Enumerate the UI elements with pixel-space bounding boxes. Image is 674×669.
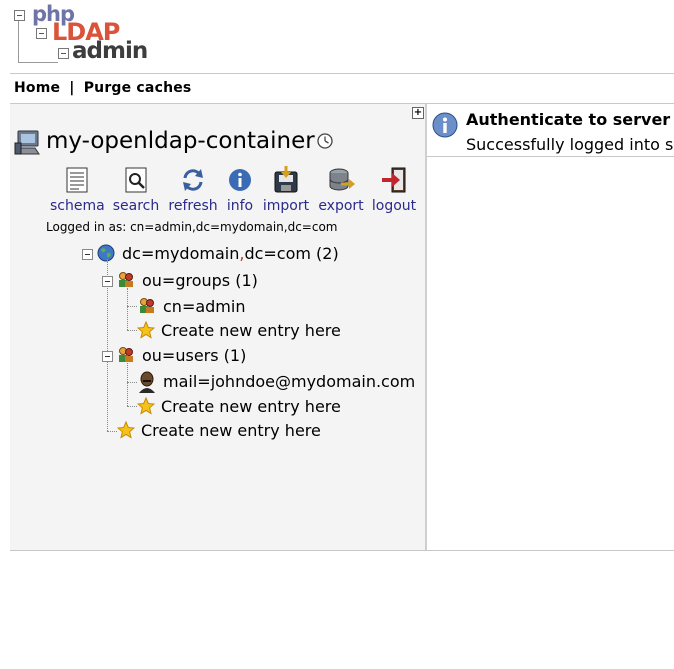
export-button[interactable]: export — [316, 166, 366, 214]
footer-divider — [10, 550, 674, 551]
top-navigation: Home | Purge caches — [14, 80, 191, 96]
header-divider — [10, 73, 674, 74]
groups-create-entry-link[interactable]: Create new entry here — [161, 321, 341, 340]
tree-line — [127, 330, 137, 331]
search-icon — [125, 167, 147, 193]
star-icon — [137, 321, 155, 339]
logout-icon — [382, 167, 406, 193]
schema-icon — [66, 167, 88, 193]
info-icon — [432, 112, 458, 138]
user-icon — [139, 371, 155, 393]
root-dn-part1: dc=mydomain — [122, 244, 240, 263]
tree-line — [127, 363, 128, 406]
search-button[interactable]: search — [110, 166, 162, 214]
users-create-entry-link[interactable]: Create new entry here — [161, 397, 341, 416]
message-divider — [427, 156, 674, 157]
logo-collapse-box — [14, 10, 25, 21]
logout-button[interactable]: logout — [370, 166, 418, 214]
message-body: Successfully logged into server. — [466, 135, 674, 154]
tree-line — [127, 406, 137, 407]
user-group-icon — [140, 298, 154, 313]
globe-icon — [97, 244, 115, 262]
group-icon — [119, 347, 133, 362]
phpldapadmin-logo: php LDAP admin — [14, 2, 148, 66]
schema-label: schema — [50, 198, 105, 214]
import-icon — [274, 166, 298, 193]
root-dn-part2: dc=com (2) — [244, 244, 339, 263]
info-button[interactable]: info — [222, 166, 258, 214]
collapse-groups-toggle[interactable] — [102, 276, 113, 287]
refresh-icon — [183, 169, 203, 191]
logo-tree-line — [18, 14, 19, 62]
import-button[interactable]: import — [262, 166, 310, 214]
info-label: info — [226, 198, 254, 214]
root-create-entry-link[interactable]: Create new entry here — [141, 421, 321, 440]
purge-caches-link[interactable]: Purge caches — [84, 80, 192, 96]
schema-button[interactable]: schema — [50, 166, 105, 214]
clock-icon[interactable] — [317, 133, 333, 149]
collapse-users-toggle[interactable] — [102, 351, 113, 362]
expand-panel-button[interactable]: + — [412, 107, 424, 119]
ou-groups-entry[interactable]: ou=groups (1) — [142, 271, 258, 290]
mail-johndoe-entry[interactable]: mail=johndoe@mydomain.com — [163, 372, 415, 391]
star-icon — [137, 397, 155, 415]
home-link[interactable]: Home — [14, 80, 60, 96]
ou-users-entry[interactable]: ou=users (1) — [142, 346, 246, 365]
import-label: import — [262, 198, 310, 214]
logout-label: logout — [371, 198, 417, 214]
refresh-label: refresh — [168, 198, 218, 214]
search-label: search — [112, 198, 160, 214]
message-title: Authenticate to server — [466, 110, 671, 129]
export-label: export — [318, 198, 364, 214]
tree-line — [127, 288, 128, 330]
refresh-button[interactable]: refresh — [166, 166, 220, 214]
root-entry[interactable]: dc=mydomain,dc=com (2) — [122, 244, 339, 263]
server-name: my-openldap-container — [46, 128, 315, 154]
computer-icon — [14, 130, 40, 155]
logo-collapse-box — [36, 28, 47, 39]
collapse-root-toggle[interactable] — [82, 249, 93, 260]
export-icon — [329, 168, 355, 191]
logo-expand-box — [58, 48, 69, 59]
star-icon — [117, 421, 135, 439]
cn-admin-entry[interactable]: cn=admin — [163, 297, 245, 316]
logged-in-status: Logged in as: cn=admin,dc=mydomain,dc=co… — [46, 220, 338, 234]
group-icon — [119, 272, 133, 287]
info-icon — [229, 169, 251, 191]
logo-tree-line — [18, 62, 58, 63]
nav-separator: | — [69, 80, 75, 96]
tree-line — [127, 306, 137, 307]
tree-line — [127, 382, 137, 383]
tree-line — [107, 431, 117, 432]
logo-admin: admin — [72, 38, 148, 64]
panel-divider[interactable] — [425, 104, 427, 550]
